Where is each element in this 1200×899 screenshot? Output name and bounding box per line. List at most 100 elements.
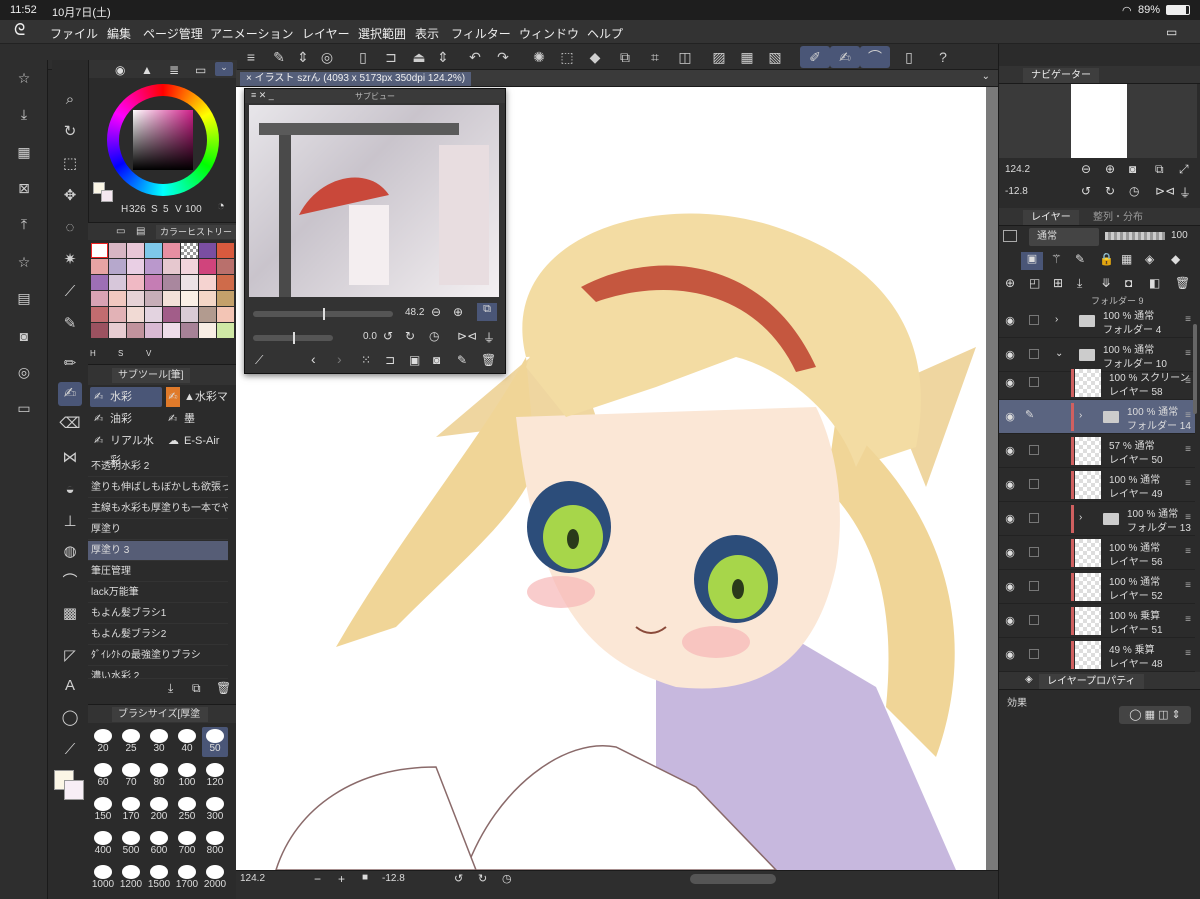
grid-icon[interactable]: ▦ <box>736 46 758 68</box>
navigator-view[interactable] <box>999 84 1197 158</box>
brush-item-selected[interactable]: 厚塗り 3 <box>88 541 228 561</box>
gradient-icon[interactable]: ▩ <box>58 602 82 626</box>
transfer-down-icon[interactable]: ⤓ <box>1077 276 1082 291</box>
brush-size-option[interactable]: 50 <box>202 727 228 757</box>
nav-fit-window-icon[interactable]: ⧉ <box>1155 162 1164 177</box>
menu-animation[interactable]: アニメーション <box>210 25 294 42</box>
menu-selection[interactable]: 選択範囲 <box>358 25 406 42</box>
eyedropper-icon[interactable]: ⟋ <box>58 280 82 304</box>
brush-size-option[interactable]: 80 <box>146 761 172 791</box>
menu-view[interactable]: 表示 <box>415 25 439 42</box>
undo-icon[interactable]: ↶ <box>464 46 486 68</box>
new-raster-layer-icon[interactable]: ⊕ <box>1005 276 1015 290</box>
layer-checkbox[interactable] <box>1029 445 1039 455</box>
bg-color-chip[interactable] <box>101 190 113 202</box>
stamp-icon[interactable]: ⊥ <box>58 510 82 534</box>
folder-icon[interactable]: ▭ <box>14 398 34 418</box>
magic-wand-icon[interactable]: ✷ <box>58 248 82 272</box>
move-icon[interactable]: ✥ <box>58 184 82 208</box>
nav-zoom-in-icon[interactable]: ⊕ <box>1105 162 1115 176</box>
subview-preview-image[interactable] <box>249 105 499 297</box>
brush-item[interactable]: もよん髪ブラシ1 <box>88 604 228 624</box>
subview-import-icon[interactable]: ▣ <box>409 353 420 367</box>
layer-menu-icon[interactable]: ≡ <box>1185 648 1191 659</box>
panel-menu-icon[interactable]: ⌄ <box>215 62 233 76</box>
layer-row[interactable]: ◉ 49 % 乗算 レイヤー 48 ≡ <box>999 638 1195 672</box>
brush-item[interactable]: 主線も水彩も厚塗りも一本でやる <box>88 499 228 519</box>
duplicate-brush-icon[interactable]: ⧉ <box>192 681 201 696</box>
text-icon[interactable]: A <box>58 674 82 698</box>
color-history-swatches[interactable] <box>91 243 234 338</box>
palette-tab-icon[interactable]: ▭ <box>116 226 125 237</box>
arrows-icon[interactable]: ⇕ <box>432 46 454 68</box>
subtool-group-watercolor-marker[interactable]: ✍ ▲水彩マー <box>164 387 234 423</box>
snap-icon[interactable]: ◫ <box>674 46 696 68</box>
bottom-fit-icon[interactable]: ■ <box>362 872 368 883</box>
brush-size-option[interactable]: 120 <box>202 761 228 791</box>
brush-size-option[interactable]: 170 <box>118 795 144 825</box>
eye-icon[interactable]: ◉ <box>1003 614 1017 628</box>
target-icon[interactable]: ◎ <box>14 362 34 382</box>
menu-help[interactable]: ヘルプ <box>587 25 623 42</box>
brush-size-option[interactable]: 400 <box>90 829 116 859</box>
lock-transparency-icon[interactable]: ▦ <box>1121 252 1132 266</box>
subtool-group-oil[interactable]: ✍ 油彩 <box>90 409 162 429</box>
device-icon[interactable]: ▯ <box>898 46 920 68</box>
eye-icon[interactable]: ◉ <box>1003 348 1017 362</box>
brush-size-option[interactable]: 300 <box>202 795 228 825</box>
brush-size-option[interactable]: 25 <box>118 727 144 757</box>
menu-window[interactable]: ウィンドウ <box>519 25 579 42</box>
brush-size-option[interactable]: 250 <box>174 795 200 825</box>
subview-grid-icon[interactable]: ⁙ <box>361 353 371 367</box>
eye-icon[interactable]: ◉ <box>1003 512 1017 526</box>
layer-menu-icon[interactable]: ≡ <box>1185 580 1191 591</box>
layer-checkbox[interactable] <box>1029 349 1039 359</box>
layer-row[interactable]: ◉ 100 % 通常 レイヤー 56 ≡ <box>999 536 1195 570</box>
subview-reset-icon[interactable]: ◷ <box>429 329 439 343</box>
menu-filter[interactable]: フィルター <box>451 25 511 42</box>
delete-brush-icon[interactable]: 🗑 <box>216 681 231 695</box>
updown-icon[interactable]: ⇕ <box>292 46 314 68</box>
align-tab[interactable]: 整列・分布 <box>1085 210 1151 225</box>
new-folder-icon[interactable]: ⊞ <box>1053 276 1063 290</box>
clip-studio-icon[interactable]: ◎ <box>316 46 338 68</box>
camera-icon[interactable]: ◙ <box>14 326 34 346</box>
fill-bucket-icon[interactable]: ◒ <box>58 478 82 502</box>
brush-item[interactable]: 不透明水彩 2 <box>88 457 228 477</box>
delete-layer-icon[interactable]: 🗑 <box>1175 276 1190 290</box>
layer-checkbox[interactable] <box>1029 649 1039 659</box>
tab-dropdown-icon[interactable]: ⌄ <box>982 71 990 82</box>
layer-menu-icon[interactable]: ≡ <box>1185 478 1191 489</box>
brush-item[interactable]: 塗りも伸ばしもぼかしも欲張ったペン <box>88 478 228 498</box>
layer-menu-icon[interactable]: ≡ <box>1185 410 1191 421</box>
blend-icon[interactable]: ◍ <box>58 540 82 564</box>
apply-mask-icon[interactable]: ◧ <box>1149 276 1160 290</box>
ruler-icon[interactable]: ▨ <box>708 46 730 68</box>
brush-size-option[interactable]: 600 <box>146 829 172 859</box>
subview-open-icon[interactable]: ⊐ <box>385 353 395 367</box>
chevron-right-icon[interactable]: › <box>1055 314 1058 325</box>
subview-rotate-left-icon[interactable]: ↺ <box>383 329 393 343</box>
brush-size-option[interactable]: 500 <box>118 829 144 859</box>
menu-file[interactable]: ファイル <box>50 25 98 42</box>
favorite-icon[interactable]: ☆ <box>14 68 34 88</box>
table-icon[interactable]: ▤ <box>14 288 34 308</box>
subview-fit-icon[interactable]: ⧉ <box>477 303 497 321</box>
nav-flip-v-icon[interactable]: ⏚ <box>1179 184 1191 201</box>
layer-checkbox[interactable] <box>1029 479 1039 489</box>
eye-icon[interactable]: ◉ <box>1003 444 1017 458</box>
rotate-icon[interactable]: ↻ <box>58 120 82 144</box>
layer-color-icon[interactable] <box>1003 230 1017 242</box>
color-mode-icon[interactable]: ◔ <box>217 198 225 213</box>
brush-item[interactable]: lack万能筆 <box>88 583 228 603</box>
hamburger-icon[interactable]: ≡ <box>240 46 262 68</box>
layer-menu-icon[interactable]: ≡ <box>1185 444 1191 455</box>
pencil-icon[interactable]: ✏ <box>58 352 82 376</box>
brush-size-option[interactable]: 2000 <box>202 863 228 893</box>
nav-fullscreen-icon[interactable]: ⤢ <box>1179 162 1189 177</box>
chevron-right-icon[interactable]: › <box>1079 410 1082 421</box>
subtool-group-ink[interactable]: ✍ 墨 <box>164 409 234 429</box>
edit-icon[interactable]: ✎ <box>268 46 290 68</box>
deselect-icon[interactable]: ⬚ <box>556 46 578 68</box>
subview-delete-icon[interactable]: 🗑 <box>481 353 496 367</box>
